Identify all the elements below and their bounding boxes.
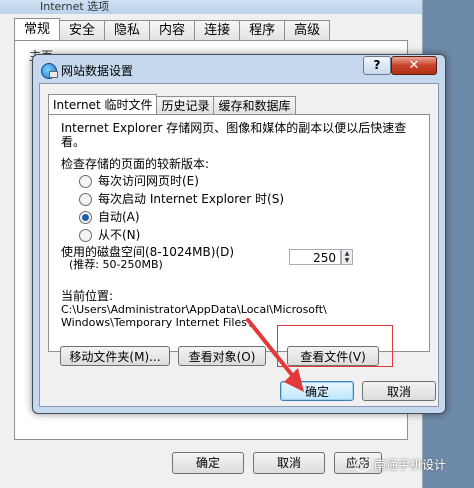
radio-button-selected[interactable] (79, 210, 92, 224)
radio-button[interactable] (79, 228, 92, 242)
help-button[interactable]: ? (363, 56, 391, 75)
tab-history[interactable]: 历史记录 (156, 96, 215, 115)
radio-never[interactable]: 从不(N) (79, 227, 140, 243)
dialog-title-bar[interactable]: 网站数据设置 ? ✕ (33, 55, 445, 83)
tab-connections[interactable]: 连接 (194, 20, 241, 41)
close-button[interactable]: ✕ (391, 56, 437, 75)
parent-tab-strip: 常规 安全 隐私 内容 连接 程序 高级 (14, 18, 331, 41)
tab-programs[interactable]: 程序 (239, 20, 286, 41)
parent-cancel-button[interactable]: 取消 (253, 452, 325, 474)
tab-temporary-internet-files[interactable]: Internet 临时文件 (48, 94, 158, 115)
spin-down-icon[interactable]: ▼ (342, 257, 352, 264)
dialog-tab-strip: Internet 临时文件 历史记录 缓存和数据库 (48, 94, 296, 115)
parent-title: Internet 选项 (40, 0, 110, 13)
ok-button[interactable]: 确定 (280, 381, 354, 401)
tab-caches-and-databases[interactable]: 缓存和数据库 (213, 96, 296, 115)
temporary-files-panel: Internet Explorer 存储网页、图像和媒体的副本以便以后快速查看。… (48, 114, 430, 352)
tab-advanced[interactable]: 高级 (284, 20, 331, 41)
tab-privacy[interactable]: 隐私 (104, 20, 151, 41)
annotation-highlight-box (277, 325, 393, 367)
spin-up-icon[interactable]: ▲ (342, 250, 352, 257)
radio-label: 每次访问网页时(E) (98, 174, 199, 188)
move-folder-button[interactable]: 移动文件夹(M)... (60, 346, 170, 366)
current-location-label: 当前位置: (61, 289, 114, 303)
dialog-title: 网站数据设置 (61, 64, 134, 78)
radio-label: 自动(A) (98, 210, 140, 224)
watermark-icon: ⚙ (354, 456, 370, 472)
radio-label: 从不(N) (98, 228, 141, 242)
parent-button-row: 确定 取消 应用 (172, 452, 382, 474)
path-line-1: C:\Users\Administrator\AppData\Local\Mic… (61, 303, 327, 316)
radio-button[interactable] (79, 174, 92, 188)
radio-every-start[interactable]: 每次启动 Internet Explorer 时(S) (79, 191, 284, 207)
disk-space-spinner[interactable]: ▲ ▼ (341, 249, 353, 265)
check-newer-versions-label: 检查存储的页面的较新版本: (61, 157, 210, 171)
tab-security[interactable]: 安全 (59, 20, 106, 41)
parent-ok-button[interactable]: 确定 (172, 452, 244, 474)
radio-every-visit[interactable]: 每次访问网页时(E) (79, 173, 199, 189)
radio-button[interactable] (79, 192, 92, 206)
close-icon: ✕ (408, 58, 420, 73)
disk-space-input[interactable]: 250 (289, 249, 341, 265)
website-data-settings-dialog: 网站数据设置 ? ✕ Internet 临时文件 历史记录 缓存和数据库 Int… (32, 54, 446, 414)
radio-label: 每次启动 Internet Explorer 时(S) (98, 192, 285, 206)
radio-automatic[interactable]: 自动(A) (79, 209, 140, 225)
disk-space-hint: (推荐: 50-250MB) (69, 258, 163, 271)
disk-space-label: 使用的磁盘空间(8-1024MB)(D) (61, 245, 235, 259)
cancel-button[interactable]: 取消 (362, 381, 436, 401)
tab-content[interactable]: 内容 (149, 20, 196, 41)
view-objects-button[interactable]: 查看对象(O) (178, 346, 266, 366)
watermark-text: 南通手机设计 (374, 458, 447, 472)
globe-settings-icon (41, 63, 58, 79)
parent-title-bar: Internet 选项 (0, 0, 422, 14)
tab-general[interactable]: 常规 (14, 18, 61, 41)
description-text: Internet Explorer 存储网页、图像和媒体的副本以便以后快速查看。 (61, 121, 407, 149)
dialog-client-area: Internet 临时文件 历史记录 缓存和数据库 Internet Explo… (39, 83, 439, 407)
